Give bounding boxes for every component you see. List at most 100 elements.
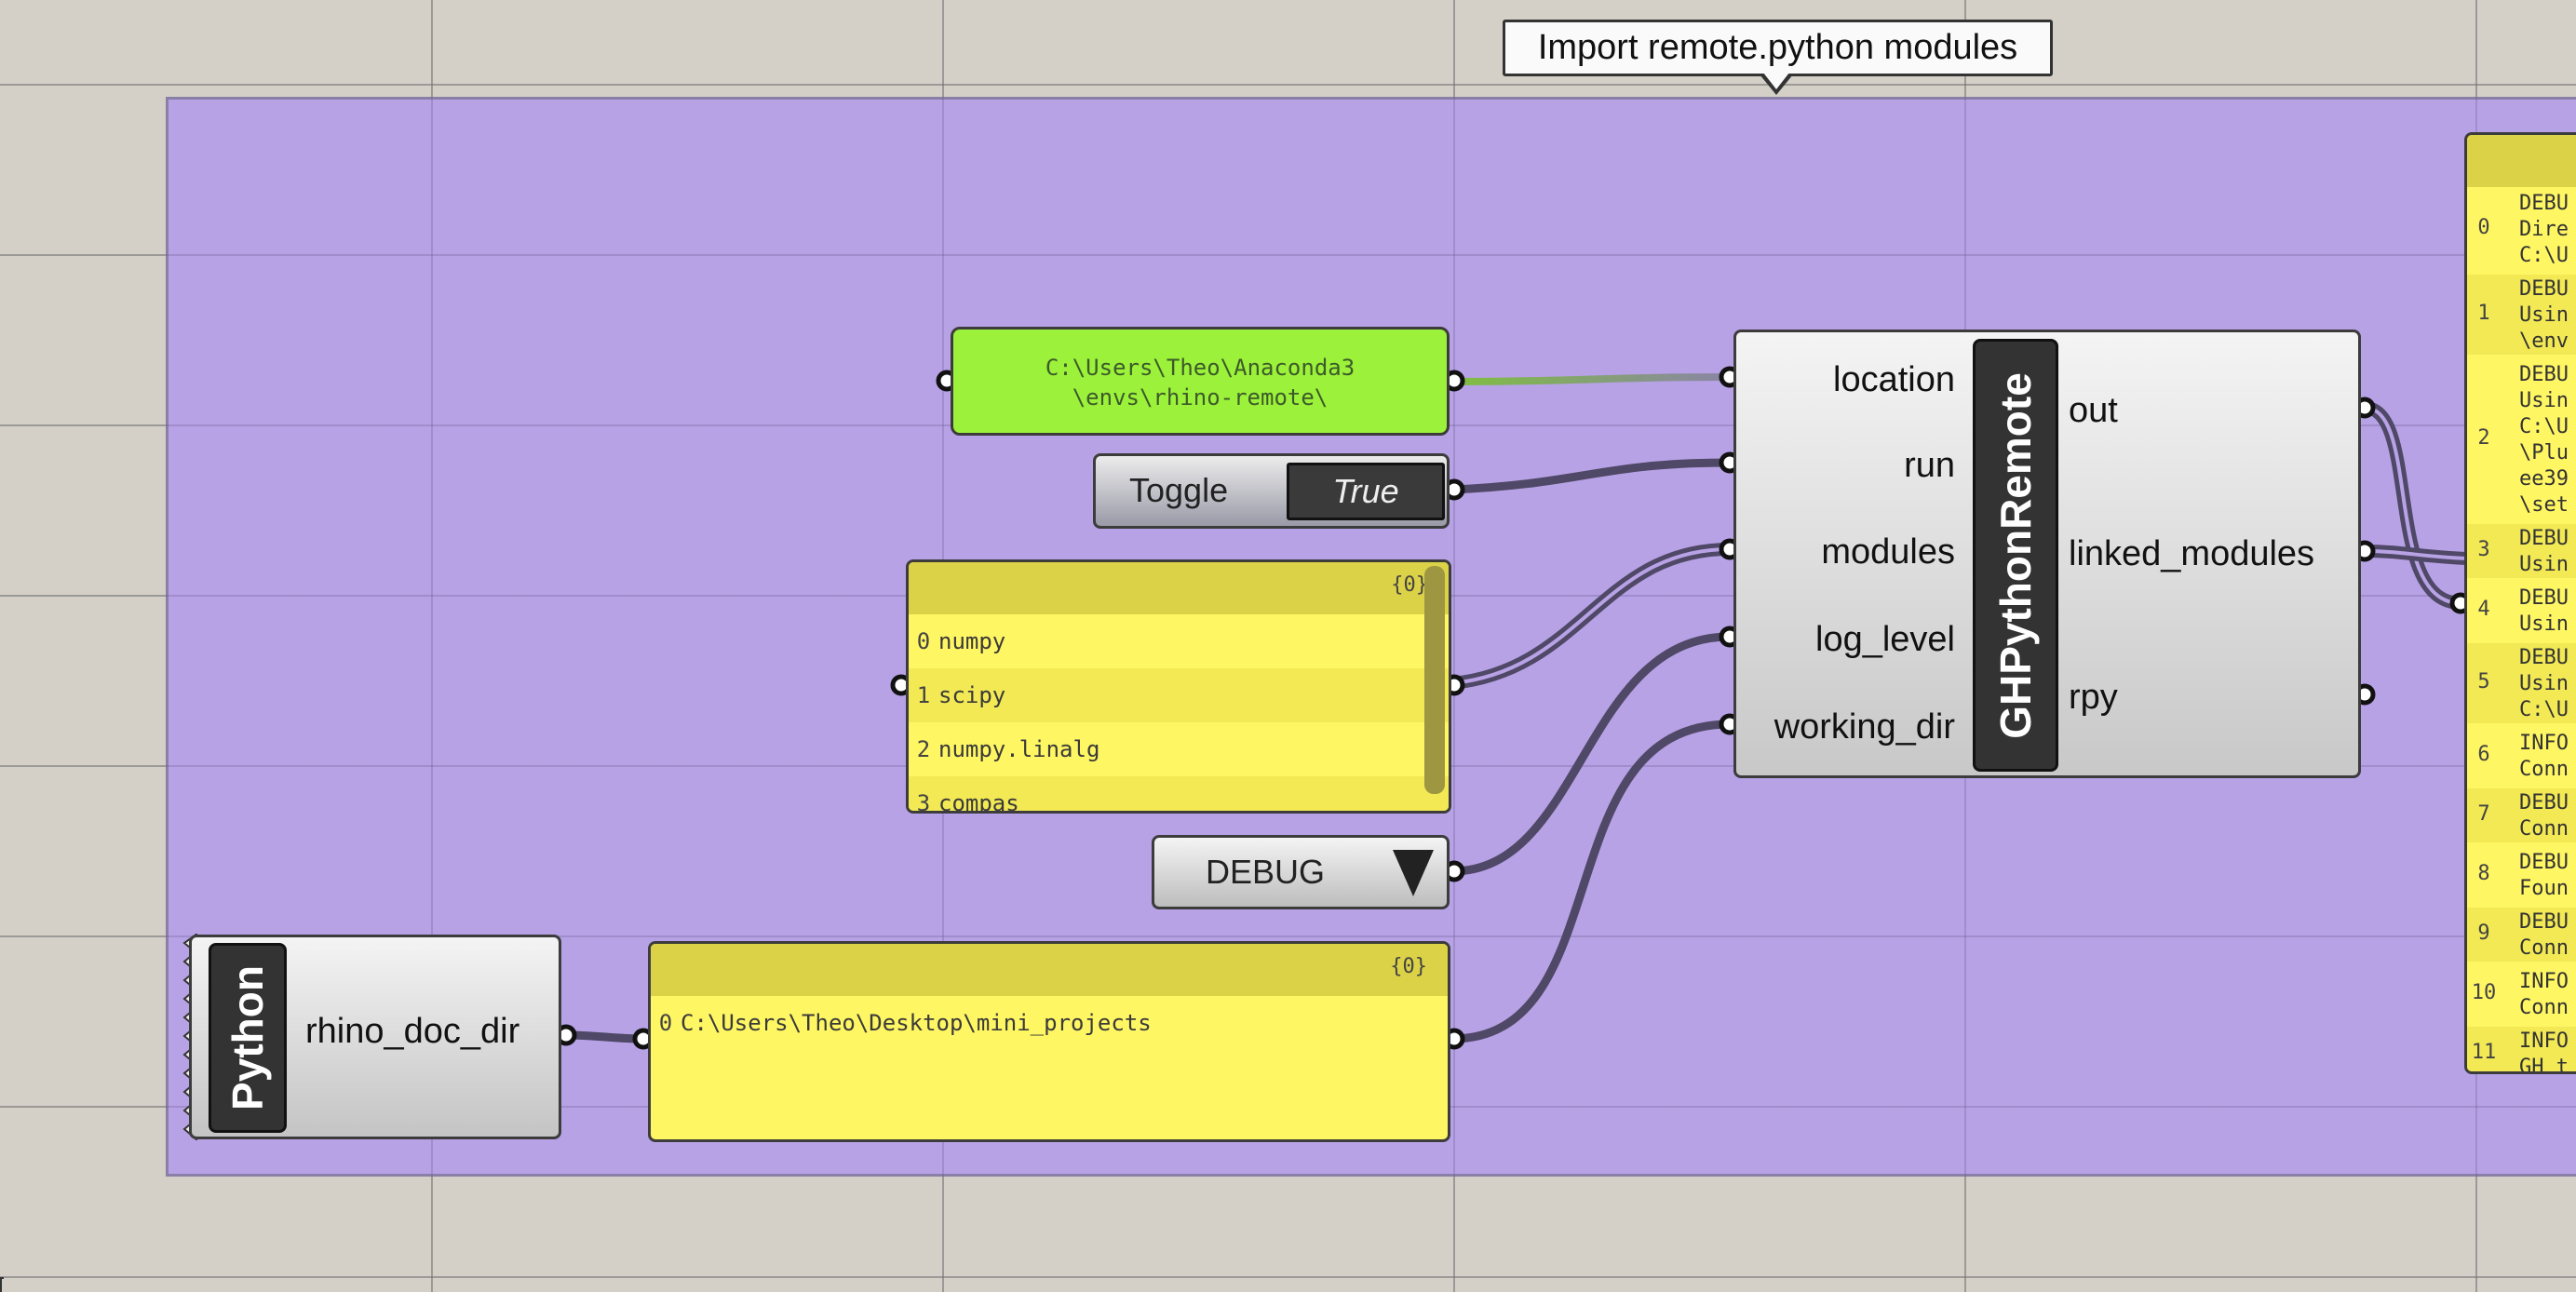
working-dir-panel[interactable]: {0} 0 C:\Users\Theo\Desktop\mini_project… [648, 941, 1450, 1142]
output-row-text: DEBU Foun [2519, 850, 2569, 902]
output-row[interactable]: 6 INFO Conn [2467, 729, 2576, 783]
output-line: Usin [2519, 553, 2569, 576]
output-row-text: DEBU Conn [2519, 909, 2569, 962]
output-row[interactable]: 1 DEBU Usin \env [2467, 275, 2576, 355]
output-row[interactable]: 3 DEBU Usin [2467, 524, 2576, 578]
output-line: DEBU [2519, 192, 2569, 215]
output-row[interactable]: 7 DEBU Conn [2467, 788, 2576, 842]
location-panel[interactable]: C:\Users\Theo\Anaconda3 \envs\rhino-remot… [951, 327, 1450, 436]
output-row-index: 4 [2477, 598, 2490, 621]
location-line-1: C:\Users\Theo\Anaconda3 [1045, 355, 1355, 381]
output-row-index: 1 [2477, 302, 2490, 325]
output-row[interactable]: 11 INFO GH t [2467, 1027, 2576, 1071]
output-row-index: 11 [2471, 1041, 2497, 1064]
output-line: DEBU [2519, 791, 2569, 814]
dir-count: {0} [1390, 955, 1427, 978]
output-line: \env [2519, 330, 2569, 353]
output-line: DEBU [2519, 910, 2569, 934]
output-out[interactable]: out [2069, 391, 2118, 431]
output-row[interactable]: 2 DEBU Usin C:\U \Plu ee39 \set [2467, 360, 2576, 518]
output-rpy[interactable]: rpy [2069, 678, 2118, 718]
toggle-value[interactable]: True [1287, 463, 1445, 520]
input-location[interactable]: location [1833, 360, 1955, 400]
output-line: Usin [2519, 389, 2569, 412]
input-run[interactable]: run [1904, 446, 1955, 486]
wire-location [1451, 373, 1731, 385]
item-value: scipy [938, 682, 1006, 708]
output-row-text: DEBU Conn [2519, 790, 2569, 842]
wire-working-dir [1451, 720, 1731, 1043]
ghpythonremote-component[interactable]: location run modules log_level working_d… [1733, 330, 2361, 778]
component-name: GHPythonRemote [1991, 371, 2040, 739]
output-line: INFO [2519, 1030, 2569, 1053]
dropdown-arrow-icon[interactable] [1393, 850, 1434, 896]
output-row-index: 8 [2477, 862, 2490, 885]
output-row-index: 5 [2477, 670, 2490, 693]
corner-mark [0, 1277, 4, 1292]
output-linked-modules[interactable]: linked_modules [2069, 534, 2314, 574]
list-item[interactable]: 1 scipy [909, 668, 1449, 722]
output-row-text: DEBU Usin [2519, 526, 2569, 578]
output-row[interactable]: 9 DEBU Conn [2467, 908, 2576, 962]
output-row-index: 2 [2477, 426, 2490, 450]
list-item[interactable]: 3 compas [909, 776, 1449, 814]
output-row[interactable]: 10 INFO Conn [2467, 967, 2576, 1021]
wire-python-out [565, 1030, 643, 1043]
output-row-text: DEBU Usin C:\U \Plu ee39 \set [2519, 362, 2569, 518]
item-index: 2 [916, 736, 931, 762]
python-component[interactable]: Python rhino_doc_dir [189, 935, 561, 1139]
output-row-text: DEBU Usin [2519, 585, 2569, 638]
modules-count: {0} [1391, 573, 1428, 597]
dir-panel-header: {0} [651, 944, 1448, 996]
output-line: Foun [2519, 877, 2569, 900]
wire-run [1451, 458, 1731, 494]
output-row-text: DEBU Usin C:\U [2519, 645, 2569, 723]
output-line: DEBU [2519, 851, 2569, 874]
list-item[interactable]: 0 numpy [909, 614, 1449, 668]
run-toggle[interactable]: Toggle True [1093, 453, 1450, 529]
output-row-text: DEBU Dire C:\U [2519, 191, 2569, 269]
output-row-text: INFO Conn [2519, 969, 2569, 1021]
output-line: C:\U [2519, 415, 2569, 438]
output-panel[interactable]: 0 DEBU Dire C:\U 1 DEBU Usin \env 2 DEBU Usin C:\U \… [2464, 132, 2576, 1074]
output-line: INFO [2519, 970, 2569, 993]
output-row-index: 9 [2477, 922, 2490, 945]
input-log-level[interactable]: log_level [1815, 620, 1955, 660]
modules-scrollbar[interactable] [1424, 566, 1445, 794]
output-row-text: INFO GH t [2519, 1029, 2569, 1071]
input-working-dir[interactable]: working_dir [1774, 707, 1955, 747]
item-value: C:\Users\Theo\Desktop\mini_projects [681, 1010, 1152, 1036]
output-row[interactable]: 4 DEBU Usin [2467, 584, 2576, 638]
item-value: compas [938, 790, 1019, 814]
location-line-2: \envs\rhino-remote\ [1072, 384, 1328, 410]
output-line: Dire [2519, 218, 2569, 241]
input-modules[interactable]: modules [1821, 532, 1955, 572]
python-output-label: rhino_doc_dir [305, 1012, 520, 1051]
output-line: Conn [2519, 936, 2569, 960]
output-line: DEBU [2519, 363, 2569, 386]
output-line: DEBU [2519, 646, 2569, 669]
output-row-index: 3 [2477, 538, 2490, 561]
output-row[interactable]: 5 DEBU Usin C:\U [2467, 643, 2576, 723]
output-line: Usin [2519, 303, 2569, 327]
modules-panel-header: {0} [909, 562, 1449, 614]
output-row-index: 6 [2477, 743, 2490, 766]
output-row-index: 7 [2477, 802, 2490, 826]
output-line: INFO [2519, 732, 2569, 755]
wire-out [2363, 401, 2461, 610]
output-line: Conn [2519, 996, 2569, 1019]
output-line: \set [2519, 493, 2569, 517]
log-level-dropdown[interactable]: DEBUG [1152, 835, 1450, 909]
modules-panel[interactable]: {0} 0 numpy 1 scipy 2 numpy.linalg 3 com… [906, 559, 1451, 814]
output-row[interactable]: 0 DEBU Dire C:\U [2467, 189, 2576, 269]
component-tag: GHPythonRemote [1973, 339, 2058, 772]
list-item[interactable]: 0 C:\Users\Theo\Desktop\mini_projects [651, 996, 1448, 1050]
python-tag: Python [209, 943, 287, 1133]
output-line: Usin [2519, 612, 2569, 636]
output-row[interactable]: 8 DEBU Foun [2467, 848, 2576, 902]
list-item[interactable]: 2 numpy.linalg [909, 722, 1449, 776]
wire-linked-modules [2364, 545, 2468, 565]
item-value: numpy [938, 628, 1006, 654]
output-line: DEBU [2519, 277, 2569, 301]
output-line: Usin [2519, 672, 2569, 695]
